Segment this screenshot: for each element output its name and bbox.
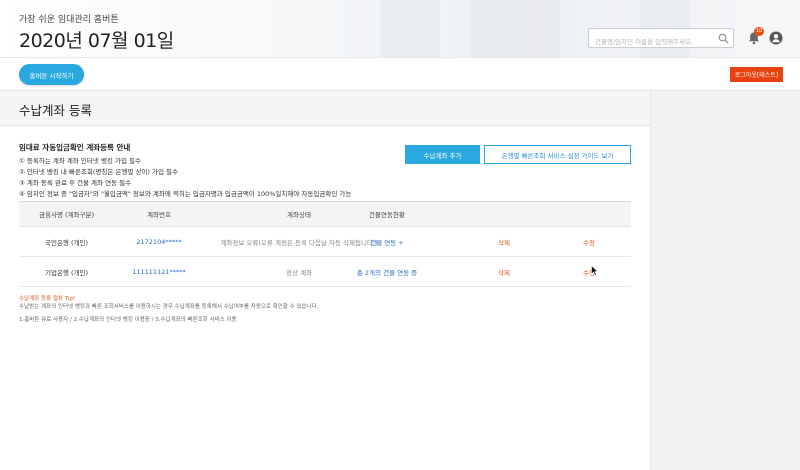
- date-title: 2020년 07월 01일: [19, 30, 174, 52]
- account-number-link[interactable]: 111111121*****: [114, 257, 204, 286]
- mouse-cursor-icon: [591, 265, 599, 276]
- action-bar: 홈버튼 시작하기: [0, 58, 800, 91]
- search-box: [588, 28, 734, 51]
- building-link-button[interactable]: 건물 연동 +: [337, 227, 437, 256]
- page-title-bar: 수납계좌 등록: [0, 91, 650, 126]
- column-header-bank: 금융사명 (계좌구분): [39, 211, 94, 219]
- notification-badge: 10: [754, 27, 765, 36]
- table-row: 국민은행 (개인) 2172104***** 계좌정보 오류(오류 계정은 등록…: [19, 227, 631, 257]
- edit-link[interactable]: 수정: [539, 257, 639, 286]
- search-input[interactable]: [589, 33, 715, 51]
- tip-text: 수납받는 계좌의 인터넷 뱅킹과 빠른 조회서비스를 이용하시는 경우 수납계좌…: [19, 304, 319, 310]
- header: 가장 쉬운 임대관리 홈버튼 2020년 07월 01일 10: [0, 0, 800, 58]
- page-title: 수납계좌 등록: [19, 103, 92, 118]
- add-account-button[interactable]: 수납계좌 추가: [405, 145, 480, 164]
- bank-name: 국민은행 (개인): [44, 238, 89, 247]
- header-decoration: [470, 0, 560, 57]
- guide-title: 임대료 자동입금확인 계좌등록 안내: [19, 143, 131, 152]
- right-side-panel: [650, 91, 800, 470]
- guide-line: ④ 임차인 정보 중 "입금자"와 "월입금액" 정보와 계좌에 찍히는 입금자…: [19, 190, 352, 198]
- building-link-status[interactable]: 총 2개의 건물 연동 중: [337, 257, 437, 286]
- tip-title: 수납계좌 등록 절차 Tip!: [19, 296, 76, 302]
- header-decoration: [380, 0, 440, 57]
- table-row: 기업은행 (개인) 111111121***** 정상 계좌 총 2개의 건물 …: [19, 257, 631, 287]
- logout-button[interactable]: 로그아웃[테스트]: [730, 67, 783, 82]
- tip-requirements: 1.홈버튼 유료 사용자 / 2.수납계좌의 인터넷 뱅킹 이용중 / 3.수납…: [19, 317, 237, 323]
- user-icon[interactable]: [769, 31, 783, 45]
- edit-link[interactable]: 수정: [539, 227, 639, 256]
- column-header-building-link: 건물연동현황: [369, 211, 405, 219]
- column-header-account: 계좌번호: [147, 211, 171, 219]
- guide-line: ③ 계좌 등록 완료 후 건물 계좌 연동 필수: [19, 179, 132, 187]
- start-button[interactable]: 홈버튼 시작하기: [19, 64, 84, 85]
- app-subtitle: 가장 쉬운 임대관리 홈버튼: [19, 15, 119, 25]
- guide-line: ① 등록하는 계좌 계좌 인터넷 뱅킹 가입 필수: [19, 157, 141, 165]
- table-header: 금융사명 (계좌구분) 계좌번호 계좌상태 건물연동현황: [19, 201, 631, 227]
- guide-line: ② 인터넷 뱅킹 내 빠른조회(명칭은 은행별 상이) 가입 필수: [19, 168, 178, 176]
- bank-name: 기업은행 (개인): [44, 268, 89, 277]
- account-number-link[interactable]: 2172104*****: [114, 227, 204, 256]
- search-icon[interactable]: [718, 33, 729, 44]
- bank-guide-button[interactable]: 은행별 빠른조회 서비스 설정 가이드 보기: [484, 145, 631, 164]
